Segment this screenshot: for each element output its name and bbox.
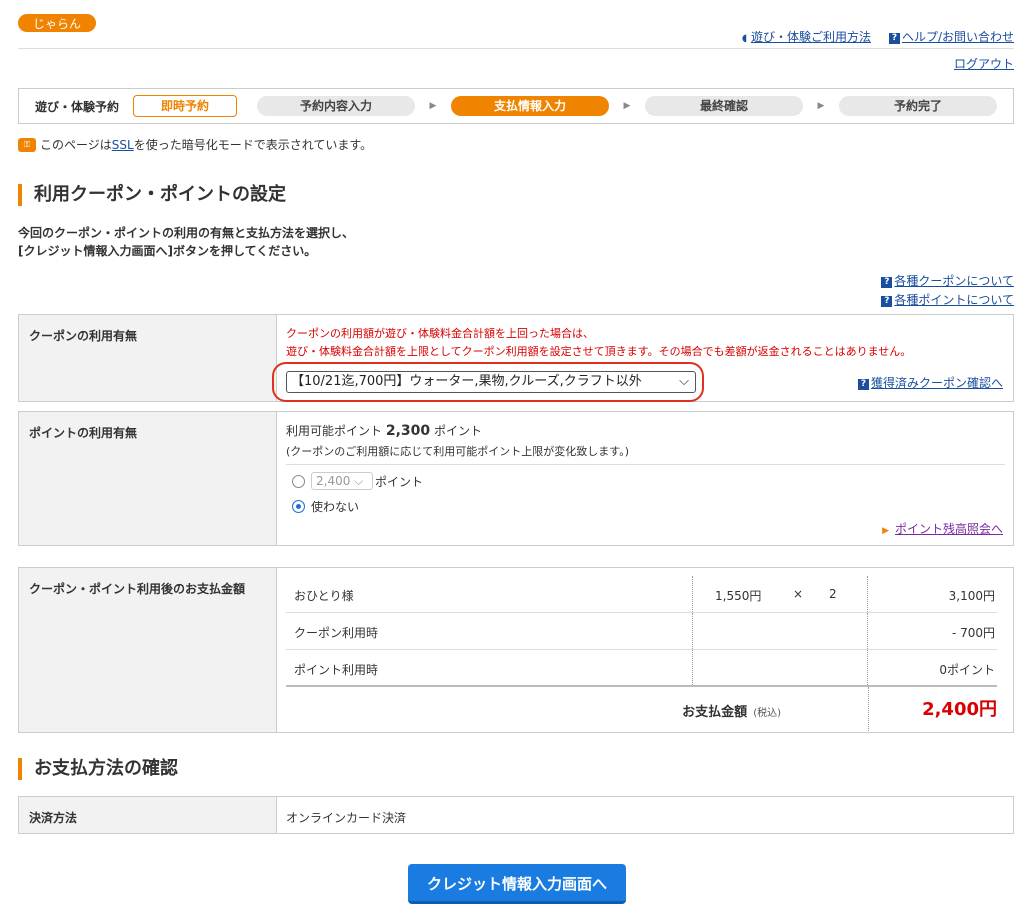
use-points-option[interactable]: 2,400 ⌵ ポイント	[292, 472, 423, 490]
about-coupon-link[interactable]: ? 各種クーポンについて	[881, 272, 1014, 289]
steps-title: 遊び・体験予約	[35, 99, 120, 114]
ssl-notice: ⚿ このページはSSLを使った暗号化モードで表示されています。	[18, 136, 372, 153]
payment-amount-label: クーポン・ポイント利用後のお支払金額	[19, 568, 277, 732]
key-icon: ⚿	[18, 137, 36, 152]
usage-guide-link[interactable]: ◖ 遊び・体験ご利用方法	[742, 28, 871, 45]
point-balance-link[interactable]: ▶ ポイント残高照会へ	[882, 520, 1003, 537]
header-links: ◖ 遊び・体験ご利用方法 ? ヘルプ/お問い合わせ	[742, 28, 1014, 45]
calc-row-person: おひとり様 1,550円 × 2 3,100円	[286, 576, 997, 613]
chevron-down-icon: ⌵	[679, 374, 689, 389]
header-divider	[18, 48, 1014, 49]
coupon-label: クーポンの利用有無	[19, 315, 277, 401]
ssl-link[interactable]: SSL	[112, 138, 134, 152]
calc-row-points: ポイント利用時 0ポイント	[286, 650, 997, 687]
radio-no-points[interactable]	[292, 500, 305, 513]
intro-text: 今回のクーポン・ポイントの利用の有無と支払方法を選択し、 [クレジット情報入力画…	[18, 226, 355, 258]
section-title-payment: お支払方法の確認	[18, 758, 178, 780]
help-icon: ?	[857, 379, 869, 390]
coupon-select[interactable]: 【10/21迄,700円】ウォーター,果物,クルーズ,クラフト以外 ⌵	[286, 371, 696, 393]
payment-method-row: 決済方法 オンラインカード決済	[18, 796, 1014, 834]
radio-use-points[interactable]	[292, 474, 305, 488]
coupon-warning-1: クーポンの利用額が遊び・体験料金合計額を上回った場合は、	[286, 327, 594, 340]
coupon-row: クーポンの利用有無 クーポンの利用額が遊び・体験料金合計額を上回った場合は、 遊…	[18, 314, 1014, 402]
payment-amount-row: クーポン・ポイント利用後のお支払金額 おひとり様 1,550円 × 2 3,10…	[18, 567, 1014, 733]
jalan-logo[interactable]: じゃらん	[18, 10, 96, 36]
total-value: 2,400円	[922, 699, 997, 720]
step-input: 予約内容入力	[257, 96, 415, 116]
calc-row-coupon: クーポン利用時 - 700円	[286, 613, 997, 650]
help-link[interactable]: ? ヘルプ/お問い合わせ	[888, 28, 1014, 45]
help-icon: ?	[881, 277, 893, 288]
svg-text:じゃらん: じゃらん	[33, 17, 81, 31]
available-points: 利用可能ポイント 2,300 ポイント	[286, 423, 482, 439]
arrow-right-icon: ▶	[429, 101, 437, 111]
no-points-option[interactable]: 使わない	[292, 498, 359, 515]
step-payment: 支払情報入力	[451, 96, 609, 116]
logout-link[interactable]: ログアウト	[954, 55, 1014, 72]
instant-booking-badge: 即時予約	[133, 95, 237, 117]
points-amount-select[interactable]: 2,400 ⌵	[311, 472, 373, 490]
progress-steps: 遊び・体験予約 即時予約 予約内容入力 ▶ 支払情報入力 ▶ 最終確認 ▶ 予約…	[18, 88, 1014, 124]
help-icon: ?	[881, 296, 893, 307]
divider	[286, 464, 1005, 465]
shield-icon: ◖	[741, 33, 748, 44]
arrow-right-icon: ▶	[817, 101, 825, 111]
about-point-link[interactable]: ? 各種ポイントについて	[881, 291, 1014, 308]
step-confirm: 最終確認	[645, 96, 803, 116]
acquired-coupon-link[interactable]: ? 獲得済みクーポン確認へ	[857, 374, 1003, 391]
triangle-right-icon: ▶	[882, 526, 889, 536]
points-label: ポイントの利用有無	[19, 412, 277, 545]
step-complete: 予約完了	[839, 96, 997, 116]
payment-method-value: オンラインカード決済	[286, 811, 407, 825]
payment-calc: おひとり様 1,550円 × 2 3,100円 クーポン利用時 - 700円 ポ…	[286, 576, 997, 731]
total-row: お支払金額 (税込) 2,400円	[286, 687, 997, 731]
help-icon: ?	[888, 33, 900, 44]
credit-input-button[interactable]: クレジット情報入力画面へ	[408, 864, 626, 904]
total-label: お支払金額 (税込)	[682, 705, 781, 720]
points-row: ポイントの利用有無 利用可能ポイント 2,300 ポイント (クーポンのご利用額…	[18, 411, 1014, 546]
arrow-right-icon: ▶	[623, 101, 631, 111]
coupon-warning-2: 遊び・体験料金合計額を上限としてクーポン利用額を設定させて頂きます。その場合でも…	[286, 345, 912, 358]
points-note: (クーポンのご利用額に応じて利用可能ポイント上限が変化致します。)	[286, 445, 629, 458]
payment-method-label: 決済方法	[19, 797, 277, 833]
section-title-coupon: 利用クーポン・ポイントの設定	[18, 184, 286, 206]
